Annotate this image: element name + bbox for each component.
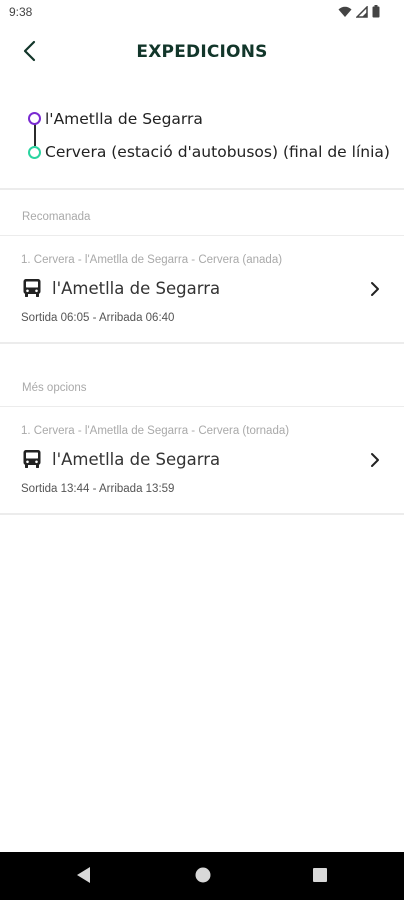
section-label-more-options: Més opcions xyxy=(22,382,87,394)
app-header: EXPEDICIONS xyxy=(0,24,404,80)
divider xyxy=(0,406,404,407)
recents-square-icon[interactable] xyxy=(312,866,328,884)
battery-icon xyxy=(372,5,380,18)
route-connector-line xyxy=(34,124,36,146)
bus-icon xyxy=(23,450,41,468)
origin-stop-name: l'Ametlla de Segarra xyxy=(45,110,203,128)
origin-stop-icon xyxy=(28,112,41,125)
divider xyxy=(0,235,404,236)
section-label-recommended: Recomanada xyxy=(22,211,91,223)
trip-card-option[interactable]: 1. Cervera - l'Ametlla de Segarra - Cerv… xyxy=(0,408,404,512)
trip-destination: l'Ametlla de Segarra xyxy=(52,279,221,298)
trip-times: Sortida 13:44 - Arribada 13:59 xyxy=(21,483,175,495)
divider xyxy=(0,188,404,190)
chevron-right-icon xyxy=(371,453,379,467)
destination-stop-icon xyxy=(28,146,41,159)
wifi-icon xyxy=(338,6,352,17)
status-time: 9:38 xyxy=(9,5,33,19)
trip-times: Sortida 06:05 - Arribada 06:40 xyxy=(21,312,175,324)
signal-icon xyxy=(356,5,368,18)
trip-destination: l'Ametlla de Segarra xyxy=(52,450,221,469)
status-icons xyxy=(338,5,380,18)
trip-route-name: 1. Cervera - l'Ametlla de Segarra - Cerv… xyxy=(21,254,283,266)
trip-card-recommended[interactable]: 1. Cervera - l'Ametlla de Segarra - Cerv… xyxy=(0,237,404,341)
bus-icon xyxy=(23,279,41,297)
navigation-bar xyxy=(0,852,404,900)
trip-route-name: 1. Cervera - l'Ametlla de Segarra - Cerv… xyxy=(21,425,290,437)
home-circle-icon[interactable] xyxy=(194,866,212,884)
destination-stop-name: Cervera (estació d'autobusos) (final de … xyxy=(45,143,390,161)
chevron-right-icon xyxy=(371,282,379,296)
divider xyxy=(0,342,404,344)
page-title: EXPEDICIONS xyxy=(136,42,268,62)
divider xyxy=(0,513,404,515)
status-bar: 9:38 xyxy=(0,0,404,24)
back-triangle-icon[interactable] xyxy=(76,866,92,884)
